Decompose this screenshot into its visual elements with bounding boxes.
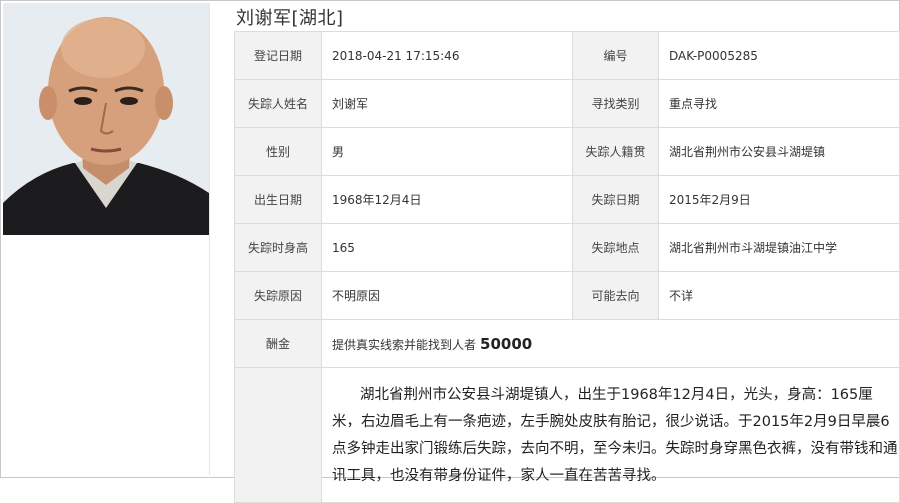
table-row: 登记日期 2018-04-21 17:15:46 编号 DAK-P0005285: [234, 31, 900, 80]
person-photo: [3, 3, 209, 235]
table-row: 失踪原因 不明原因 可能去向 不详: [234, 271, 900, 320]
value-missing-date: 2015年2月9日: [658, 175, 900, 224]
value-register-date: 2018-04-21 17:15:46: [321, 31, 573, 80]
value-missing-reason: 不明原因: [321, 271, 573, 320]
label-id: 编号: [572, 31, 659, 80]
person-portrait-image: [3, 3, 209, 235]
label-height: 失踪时身高: [234, 223, 322, 272]
value-hometown: 湖北省荆州市公安县斗湖堤镇: [658, 127, 900, 176]
label-possible-destination: 可能去向: [572, 271, 659, 320]
label-reward: 酬金: [234, 319, 322, 368]
info-table: 登记日期 2018-04-21 17:15:46 编号 DAK-P0005285…: [234, 31, 900, 503]
table-row: 出生日期 1968年12月4日 失踪日期 2015年2月9日: [234, 175, 900, 224]
value-gender: 男: [321, 127, 573, 176]
label-register-date: 登记日期: [234, 31, 322, 80]
table-row: 性别 男 失踪人籍贯 湖北省荆州市公安县斗湖堤镇: [234, 127, 900, 176]
table-row: 失踪人姓名 刘谢军 寻找类别 重点寻找: [234, 79, 900, 128]
value-search-type: 重点寻找: [658, 79, 900, 128]
label-name: 失踪人姓名: [234, 79, 322, 128]
reward-text: 提供真实线索并能找到人者: [332, 337, 477, 352]
label-missing-place: 失踪地点: [572, 223, 659, 272]
label-search-type: 寻找类别: [572, 79, 659, 128]
value-name: 刘谢军: [321, 79, 573, 128]
value-id: DAK-P0005285: [658, 31, 900, 80]
label-description-empty: [234, 367, 322, 503]
value-reward: 提供真实线索并能找到人者 50000: [321, 319, 900, 368]
table-row: 湖北省荆州市公安县斗湖堤镇人，出生于1968年12月4日，光头，身高：165厘米…: [234, 367, 900, 503]
label-missing-reason: 失踪原因: [234, 271, 322, 320]
table-row: 酬金 提供真实线索并能找到人者 50000: [234, 319, 900, 368]
description-text: 湖北省荆州市公安县斗湖堤镇人，出生于1968年12月4日，光头，身高：165厘米…: [332, 387, 898, 484]
page-title: 刘谢军[湖北]: [236, 8, 344, 29]
label-missing-date: 失踪日期: [572, 175, 659, 224]
value-birth-date: 1968年12月4日: [321, 175, 573, 224]
table-row: 失踪时身高 165 失踪地点 湖北省荆州市斗湖堤镇油江中学: [234, 223, 900, 272]
value-height: 165: [321, 223, 573, 272]
photo-divider: [209, 3, 210, 475]
reward-amount: 50000: [480, 334, 533, 353]
value-possible-destination: 不详: [658, 271, 900, 320]
label-hometown: 失踪人籍贯: [572, 127, 659, 176]
description-cell: 湖北省荆州市公安县斗湖堤镇人，出生于1968年12月4日，光头，身高：165厘米…: [321, 367, 900, 503]
label-gender: 性别: [234, 127, 322, 176]
value-missing-place: 湖北省荆州市斗湖堤镇油江中学: [658, 223, 900, 272]
label-birth-date: 出生日期: [234, 175, 322, 224]
